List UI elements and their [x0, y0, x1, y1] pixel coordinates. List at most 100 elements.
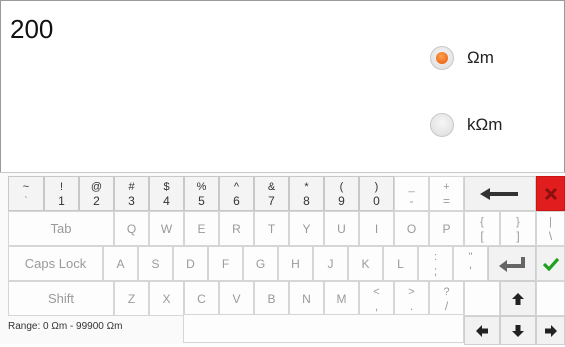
key-c[interactable]: C — [184, 281, 219, 316]
key-f[interactable]: F — [208, 246, 243, 281]
key-comma[interactable]: < , — [359, 281, 394, 316]
key-right-brace[interactable]: } ] — [500, 211, 536, 246]
key-n[interactable]: N — [289, 281, 324, 316]
key-z[interactable]: Z — [114, 281, 149, 316]
key-bot: ` — [24, 193, 28, 208]
key-7[interactable]: & 7 — [254, 176, 289, 211]
caps-lock-key[interactable]: Caps Lock — [8, 246, 103, 281]
key-5[interactable]: % 5 — [184, 176, 219, 211]
key-2[interactable]: @ 2 — [79, 176, 114, 211]
key-equals[interactable]: + = — [429, 176, 464, 211]
key-e[interactable]: E — [184, 211, 219, 246]
key-bot: / — [444, 298, 449, 313]
key-s[interactable]: S — [138, 246, 173, 281]
arrow-right-icon — [544, 324, 557, 337]
backspace-key[interactable] — [464, 176, 536, 211]
key-label: T — [267, 221, 276, 236]
key-minus[interactable]: _ - — [394, 176, 429, 211]
key-k[interactable]: K — [348, 246, 383, 281]
key-v[interactable]: V — [219, 281, 254, 316]
key-1[interactable]: ! 1 — [44, 176, 79, 211]
key-left-brace[interactable]: { [ — [464, 211, 500, 246]
key-backtick[interactable]: ~ ` — [8, 176, 44, 211]
key-bot: [ — [480, 228, 484, 243]
key-q[interactable]: Q — [114, 211, 149, 246]
key-label: H — [291, 256, 300, 271]
key-blank-right[interactable] — [536, 281, 565, 316]
key-8[interactable]: * 8 — [289, 176, 324, 211]
key-top: _ — [408, 180, 415, 193]
arrow-up-key[interactable] — [500, 281, 536, 316]
key-6[interactable]: ^ 6 — [219, 176, 254, 211]
confirm-key[interactable] — [536, 246, 565, 281]
key-i[interactable]: I — [359, 211, 394, 246]
key-top: > — [408, 285, 415, 298]
key-label: M — [336, 291, 347, 306]
arrow-down-icon — [512, 324, 524, 337]
key-p[interactable]: P — [429, 211, 464, 246]
enter-key[interactable] — [488, 246, 536, 281]
key-j[interactable]: J — [313, 246, 348, 281]
key-u[interactable]: U — [324, 211, 359, 246]
key-m[interactable]: M — [324, 281, 359, 316]
key-l[interactable]: L — [383, 246, 418, 281]
arrow-down-key[interactable] — [500, 316, 536, 345]
space-bar[interactable] — [183, 314, 464, 343]
value-input[interactable]: 200 — [10, 14, 53, 45]
key-label: E — [197, 221, 206, 236]
key-label: Y — [302, 221, 311, 236]
key-top: ( — [339, 180, 344, 193]
key-b[interactable]: B — [254, 281, 289, 316]
unit-option-kohm-m[interactable]: kΩm — [430, 113, 502, 137]
key-top: ~ — [22, 180, 30, 193]
key-o[interactable]: O — [394, 211, 429, 246]
backspace-arrow-icon — [480, 187, 518, 200]
key-y[interactable]: Y — [289, 211, 324, 246]
key-r[interactable]: R — [219, 211, 254, 246]
key-d[interactable]: D — [173, 246, 208, 281]
shift-key[interactable]: Shift — [8, 281, 114, 316]
radio-checked-icon[interactable] — [430, 46, 454, 70]
key-top: # — [128, 180, 135, 193]
arrow-left-key[interactable] — [464, 316, 500, 345]
arrow-right-key[interactable] — [536, 316, 565, 345]
key-label: G — [255, 256, 266, 271]
key-g[interactable]: G — [243, 246, 278, 281]
key-t[interactable]: T — [254, 211, 289, 246]
key-a[interactable]: A — [103, 246, 138, 281]
key-bot: ' — [469, 263, 472, 278]
key-top: ) — [374, 180, 379, 193]
key-label: Shift — [47, 290, 74, 306]
key-top: | — [549, 215, 552, 228]
key-label: Z — [127, 291, 136, 306]
key-colon[interactable]: : ; — [418, 246, 453, 281]
tab-key[interactable]: Tab — [8, 211, 114, 246]
key-blank[interactable] — [464, 281, 500, 316]
key-quote[interactable]: " ' — [453, 246, 488, 281]
key-bot: . — [409, 298, 414, 313]
key-3[interactable]: # 3 — [114, 176, 149, 211]
radio-unchecked-icon[interactable] — [430, 113, 454, 137]
key-4[interactable]: $ 4 — [149, 176, 184, 211]
key-top: < — [373, 285, 380, 298]
close-icon — [544, 187, 557, 200]
key-top: ! — [59, 180, 64, 193]
key-period[interactable]: > . — [394, 281, 429, 316]
key-label: J — [327, 256, 334, 271]
key-bot: 3 — [128, 193, 135, 208]
key-bot: 7 — [268, 193, 275, 208]
key-x[interactable]: X — [149, 281, 184, 316]
key-top: + — [443, 180, 450, 193]
key-bot: \ — [548, 228, 553, 243]
close-key[interactable] — [536, 176, 565, 211]
key-pipe[interactable]: | \ — [536, 211, 565, 246]
unit-option-ohm-m[interactable]: Ωm — [430, 46, 494, 70]
unit-label: Ωm — [467, 48, 494, 67]
key-label: W — [160, 221, 173, 236]
key-top: & — [267, 180, 276, 193]
key-slash[interactable]: ? / — [429, 281, 464, 316]
key-w[interactable]: W — [149, 211, 184, 246]
key-9[interactable]: ( 9 — [324, 176, 359, 211]
key-0[interactable]: ) 0 — [359, 176, 394, 211]
key-h[interactable]: H — [278, 246, 313, 281]
